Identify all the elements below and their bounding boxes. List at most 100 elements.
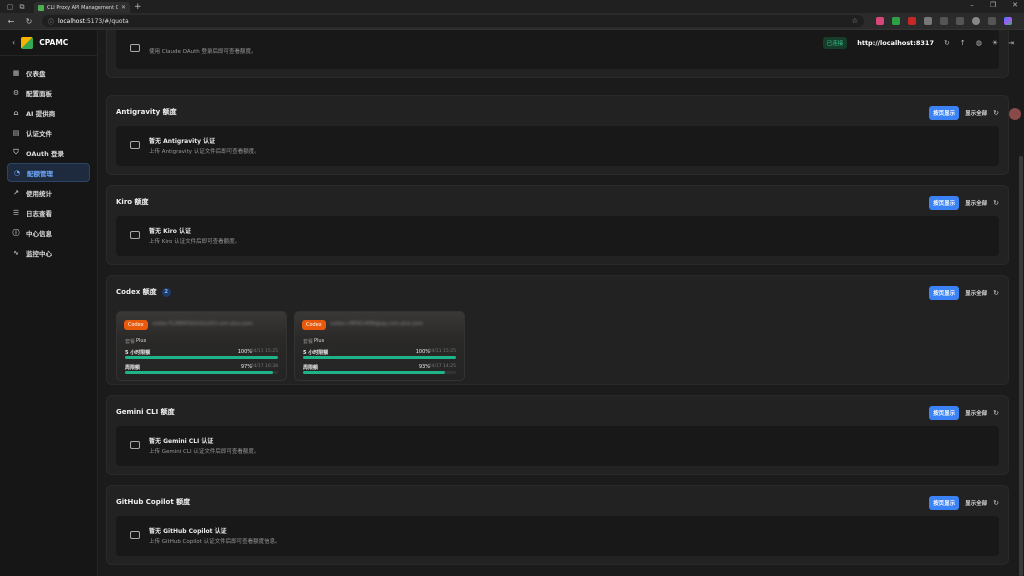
shield-extension-icon[interactable] (892, 17, 900, 25)
quota-progress-fill (125, 371, 274, 374)
quota-progress-track (125, 371, 278, 374)
codex-account-card[interactable]: Codex codex-f1289f03d2d1e163.com-plus.js… (116, 311, 287, 381)
show-all-button[interactable]: 显示全部 (965, 499, 987, 507)
show-all-button[interactable]: 显示全部 (965, 109, 987, 117)
more-menu-icon[interactable] (988, 17, 996, 25)
shield-icon: ⛉ (13, 148, 19, 156)
copilot-icon[interactable] (1004, 17, 1012, 25)
codex-account-card[interactable]: Codex codex-c9f0414f96@qq.com-plus.json … (294, 311, 465, 381)
paged-view-button[interactable]: 按页显示 (929, 286, 960, 300)
quota-progress-track (303, 371, 456, 374)
reload-icon[interactable]: ↻ (24, 17, 34, 26)
maximize-icon[interactable]: ❐ (990, 1, 996, 9)
paged-view-button[interactable]: 按页显示 (929, 406, 960, 420)
screenshot-icon[interactable] (924, 17, 932, 25)
refresh-icon[interactable]: ↻ (993, 499, 999, 507)
minimize-icon[interactable]: – (970, 1, 974, 9)
show-all-button[interactable]: 显示全部 (965, 289, 987, 297)
sidebar-item-config[interactable]: ⚙ 配置面板 (7, 83, 90, 102)
sidebar-item-ai-providers[interactable]: ⌂ AI 提供商 (7, 103, 90, 122)
empty-desc: 上传 Antigravity 认证文件后即可查看额度。 (149, 149, 260, 155)
browser-tab[interactable]: CLI Proxy API Management Cent ✕ (34, 2, 130, 13)
refresh-icon[interactable]: ↻ (993, 199, 999, 207)
collapse-sidebar-icon[interactable]: ‹ (12, 38, 15, 47)
scrollbar[interactable] (1017, 56, 1023, 576)
main-content: 已连接 http://localhost:8317 ↻ ↑ ◍ ☀ ⇥ 使用 C… (98, 30, 1024, 576)
quota-progress-fill (125, 356, 278, 359)
quota-row: 5 小时限额 100% 04/11 15:25 (125, 349, 278, 359)
quota-name: 5 小时限额 (125, 350, 151, 356)
section-actions: 按页显示 显示全部 ↻ (929, 496, 999, 510)
refresh-icon[interactable]: ↻ (944, 39, 950, 47)
log-icon: ☰ (12, 208, 20, 217)
paged-view-button[interactable]: 按页显示 (929, 496, 960, 510)
new-tab-button[interactable]: + (134, 2, 142, 12)
refresh-icon[interactable]: ↻ (993, 409, 999, 417)
sidebar-item-label: OAuth 登录 (26, 149, 65, 158)
back-icon[interactable]: ← (6, 17, 16, 26)
empty-title: 暂无 Gemini CLI 认证 (149, 438, 214, 445)
sidebar-item-label: 使用统计 (26, 189, 52, 198)
paged-view-button[interactable]: 按页显示 (929, 106, 960, 120)
sidebar-item-logs[interactable]: ☰ 日志查看 (7, 203, 90, 222)
inbox-icon (130, 441, 140, 449)
show-all-button[interactable]: 显示全部 (965, 199, 987, 207)
empty-state: 暂无 Gemini CLI 认证 上传 Gemini CLI 认证文件后即可查看… (116, 426, 999, 466)
theme-icon[interactable]: ☀ (992, 39, 998, 47)
sidebar-item-oauth[interactable]: ⛉ OAuth 登录 (7, 143, 90, 162)
quota-reset-time: 04/17 16:38 (250, 364, 278, 369)
empty-desc: 上传 Gemini CLI 认证文件后即可查看额度。 (149, 449, 260, 455)
codex-quota-card: Codex 额度 2 按页显示 显示全部 ↻ Codex codex-f1289f… (106, 275, 1009, 385)
show-all-button[interactable]: 显示全部 (965, 409, 987, 417)
sidebar-item-label: 监控中心 (26, 249, 52, 258)
upload-icon[interactable]: ↑ (960, 39, 966, 47)
paged-view-button[interactable]: 按页显示 (929, 196, 960, 210)
quota-progress-fill (303, 371, 446, 374)
sidebar-item-label: 认证文件 (26, 129, 52, 138)
workspaces-icon[interactable]: ▢ (4, 2, 16, 12)
language-icon[interactable]: ◍ (976, 39, 982, 47)
empty-title: 暂无 Kiro 认证 (149, 228, 191, 235)
favorites-icon[interactable] (956, 17, 964, 25)
extensions-puzzle-icon[interactable] (940, 17, 948, 25)
empty-state: 暂无 Kiro 认证 上传 Kiro 认证文件后即可查看额度。 (116, 216, 999, 256)
inbox-icon (130, 531, 140, 539)
quota-row: 5 小时限额 100% 04/11 15:25 (303, 349, 456, 359)
sidebar-item-monitor[interactable]: ∿ 监控中心 (7, 243, 90, 262)
site-info-icon[interactable]: ⓘ (48, 17, 54, 26)
close-window-icon[interactable]: ✕ (1012, 1, 1018, 9)
sidebar-item-label: 配额管理 (27, 169, 53, 178)
refresh-icon[interactable]: ↻ (993, 289, 999, 297)
extension-icon[interactable] (876, 17, 884, 25)
sidebar-item-label: AI 提供商 (26, 109, 56, 118)
sidebar-nav: ▦ 仪表盘 ⚙ 配置面板 ⌂ AI 提供商 ▤ 认证文件 ⛉ OAuth 登录 ◔ 配额管理… (0, 56, 97, 262)
tab-actions-icon[interactable]: ⧉ (16, 2, 28, 12)
quota-progress-track (303, 356, 456, 359)
sidebar-item-info[interactable]: ⓘ 中心信息 (7, 223, 90, 242)
gemini-quota-card: Gemini CLI 额度 按页显示 显示全部 ↻ 暂无 Gemini CLI … (106, 395, 1009, 475)
url-field[interactable]: ⓘ localhost:5173/#/quota ☆ (42, 15, 864, 27)
sidebar-item-dashboard[interactable]: ▦ 仪表盘 (7, 63, 90, 82)
sidebar-item-usage[interactable]: ↗ 使用统计 (7, 183, 90, 202)
quota-name: 周限额 (125, 365, 141, 371)
sidebar-item-auth-files[interactable]: ▤ 认证文件 (7, 123, 90, 142)
quota-row: 周限额 97% 04/17 16:38 (125, 364, 278, 374)
favorite-star-icon[interactable]: ☆ (852, 17, 858, 25)
extension-icon[interactable] (908, 17, 916, 25)
sidebar-item-quota[interactable]: ◔ 配额管理 (7, 163, 90, 182)
section-actions: 按页显示 显示全部 ↻ (929, 286, 999, 300)
info-icon: ⓘ (12, 228, 20, 237)
tab-favicon-icon (38, 4, 44, 11)
tab-close-icon[interactable]: ✕ (121, 4, 126, 11)
empty-title: 暂无 GitHub Copilot 认证 (149, 528, 227, 535)
profile-avatar[interactable] (972, 17, 980, 25)
sidebar-item-label: 日志查看 (26, 209, 52, 218)
kiro-quota-card: Kiro 额度 按页显示 显示全部 ↻ 暂无 Kiro 认证 上传 Kiro 认… (106, 185, 1009, 265)
refresh-icon[interactable]: ↻ (993, 109, 999, 117)
logout-icon[interactable]: ⇥ (1008, 39, 1014, 47)
section-actions: 按页显示 显示全部 ↻ (929, 406, 999, 420)
provider-tag: Codex (302, 320, 326, 330)
quota-progress-track (125, 356, 278, 359)
quota-progress-fill (303, 356, 456, 359)
scrollbar-thumb[interactable] (1019, 156, 1023, 576)
